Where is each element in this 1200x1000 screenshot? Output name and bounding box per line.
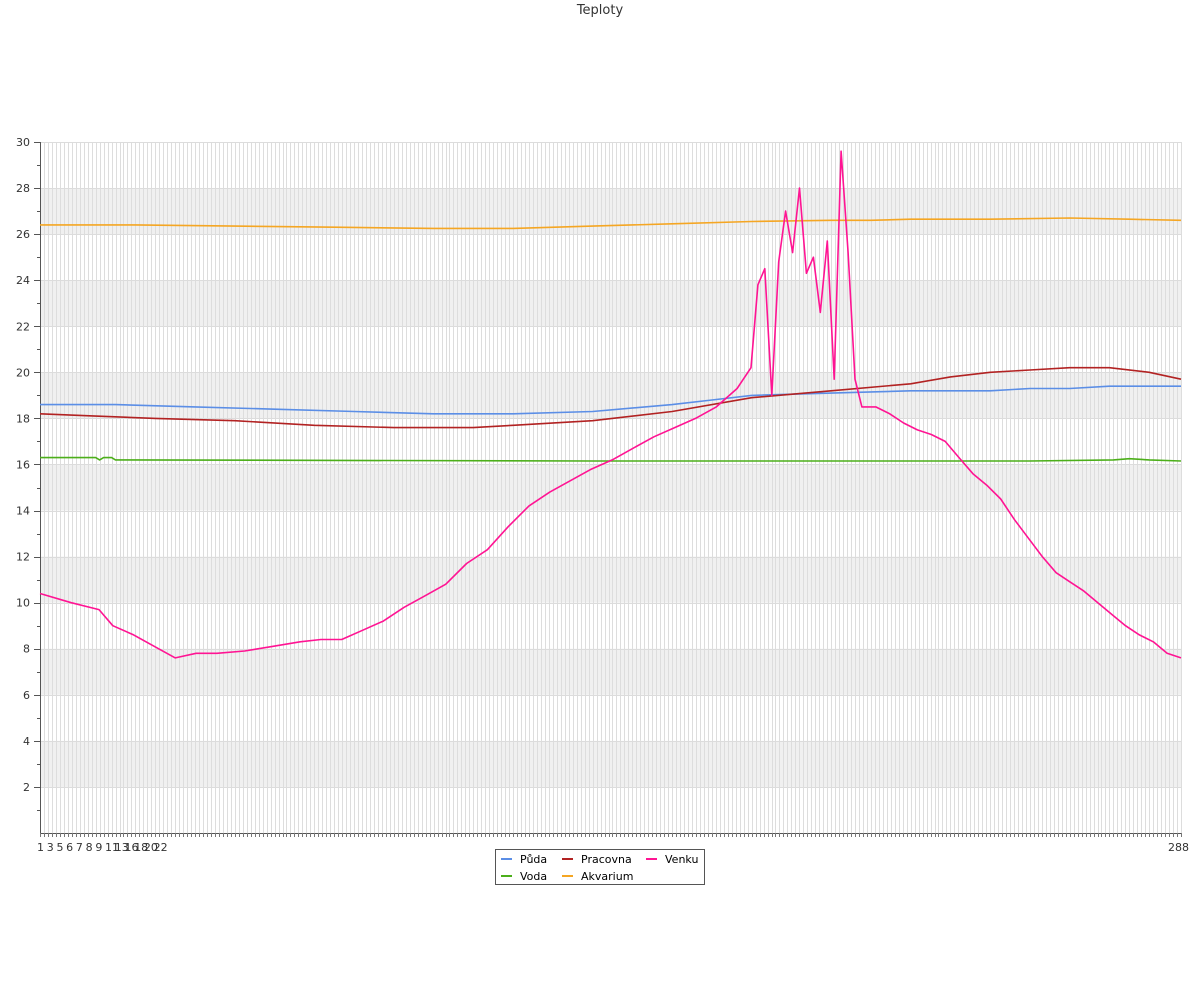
legend-item-voda: Voda — [501, 870, 547, 884]
legend-label-venku: Venku — [665, 853, 699, 866]
y-tick-label: 6 — [23, 689, 30, 702]
y-tick-label: 18 — [16, 412, 30, 425]
x-tick-label: 8 — [86, 841, 93, 854]
legend-swatch-puda — [501, 858, 512, 860]
legend-label-puda: Půda — [520, 853, 548, 866]
legend-swatch-voda — [501, 875, 512, 877]
y-tick-label: 24 — [16, 274, 30, 287]
legend: Půda Pracovna Venku Voda Akvarium — [495, 849, 705, 885]
legend-item-venku: Venku — [646, 853, 698, 867]
x-tick-label: 6 — [66, 841, 73, 854]
legend-label-akvarium: Akvarium — [581, 870, 634, 883]
y-tick-label: 30 — [16, 136, 30, 149]
y-tick-label: 28 — [16, 182, 30, 195]
x-tick-label: 3 — [47, 841, 54, 854]
x-tick-label: 5 — [56, 841, 63, 854]
legend-item-akvarium: Akvarium — [562, 870, 633, 884]
y-tick-label: 16 — [16, 458, 30, 471]
y-tick-label: 8 — [23, 643, 30, 656]
legend-swatch-pracovna — [562, 858, 573, 860]
y-axis-ticks: 24681012141618202224262830 — [16, 136, 40, 811]
legend-label-pracovna: Pracovna — [581, 853, 632, 866]
y-tick-label: 2 — [23, 781, 30, 794]
y-tick-label: 12 — [16, 551, 30, 564]
y-tick-label: 20 — [16, 366, 30, 379]
legend-swatch-akvarium — [562, 875, 573, 877]
x-tick-label: 22 — [154, 841, 168, 854]
x-tick-label: 1 — [37, 841, 44, 854]
legend-item-puda: Půda — [501, 853, 547, 867]
x-tick-label: 7 — [76, 841, 83, 854]
legend-item-pracovna: Pracovna — [562, 853, 632, 867]
x-tick-label-last: 288 — [1168, 841, 1189, 854]
x-tick-label: 9 — [95, 841, 102, 854]
legend-swatch-venku — [646, 858, 657, 860]
y-tick-label: 22 — [16, 320, 30, 333]
y-tick-label: 26 — [16, 228, 30, 241]
y-tick-label: 14 — [16, 505, 30, 518]
legend-label-voda: Voda — [520, 870, 548, 883]
y-tick-label: 10 — [16, 597, 30, 610]
y-tick-label: 4 — [23, 735, 30, 748]
